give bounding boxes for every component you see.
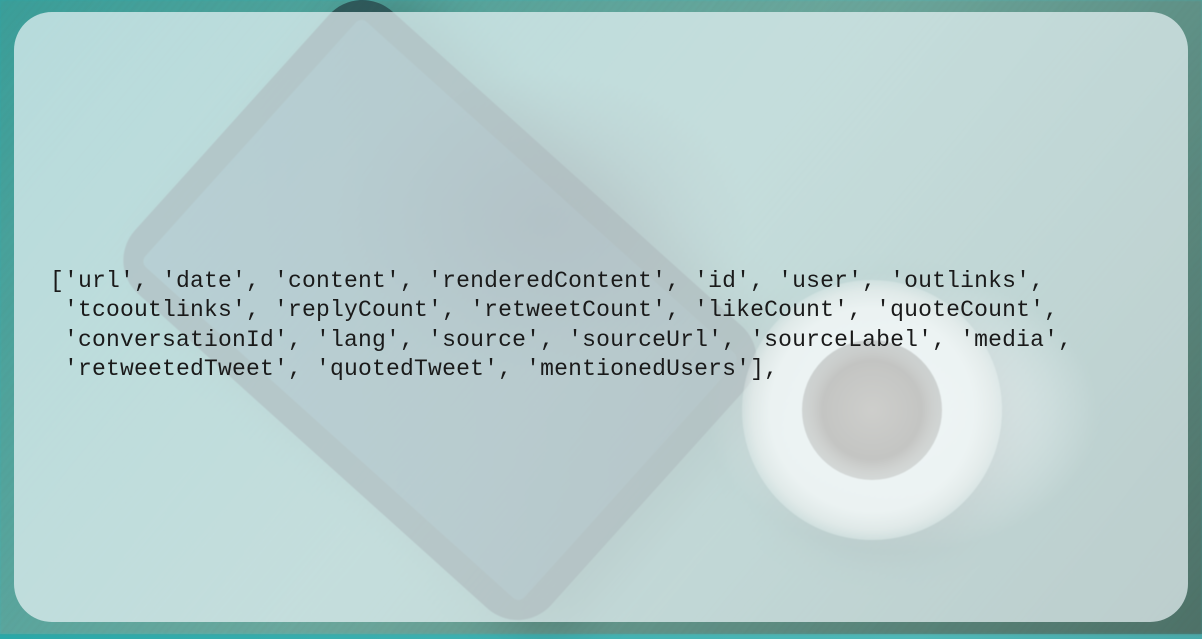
code-line: 'tcooutlinks', 'replyCount', 'retweetCou… bbox=[50, 297, 1058, 323]
code-line: ['url', 'date', 'content', 'renderedCont… bbox=[50, 268, 1044, 294]
code-output: ['url', 'date', 'content', 'renderedCont… bbox=[50, 267, 1152, 385]
content-panel: ['url', 'date', 'content', 'renderedCont… bbox=[14, 12, 1188, 622]
code-line: 'conversationId', 'lang', 'source', 'sou… bbox=[50, 327, 1072, 353]
code-line: 'retweetedTweet', 'quotedTweet', 'mentio… bbox=[50, 356, 778, 382]
